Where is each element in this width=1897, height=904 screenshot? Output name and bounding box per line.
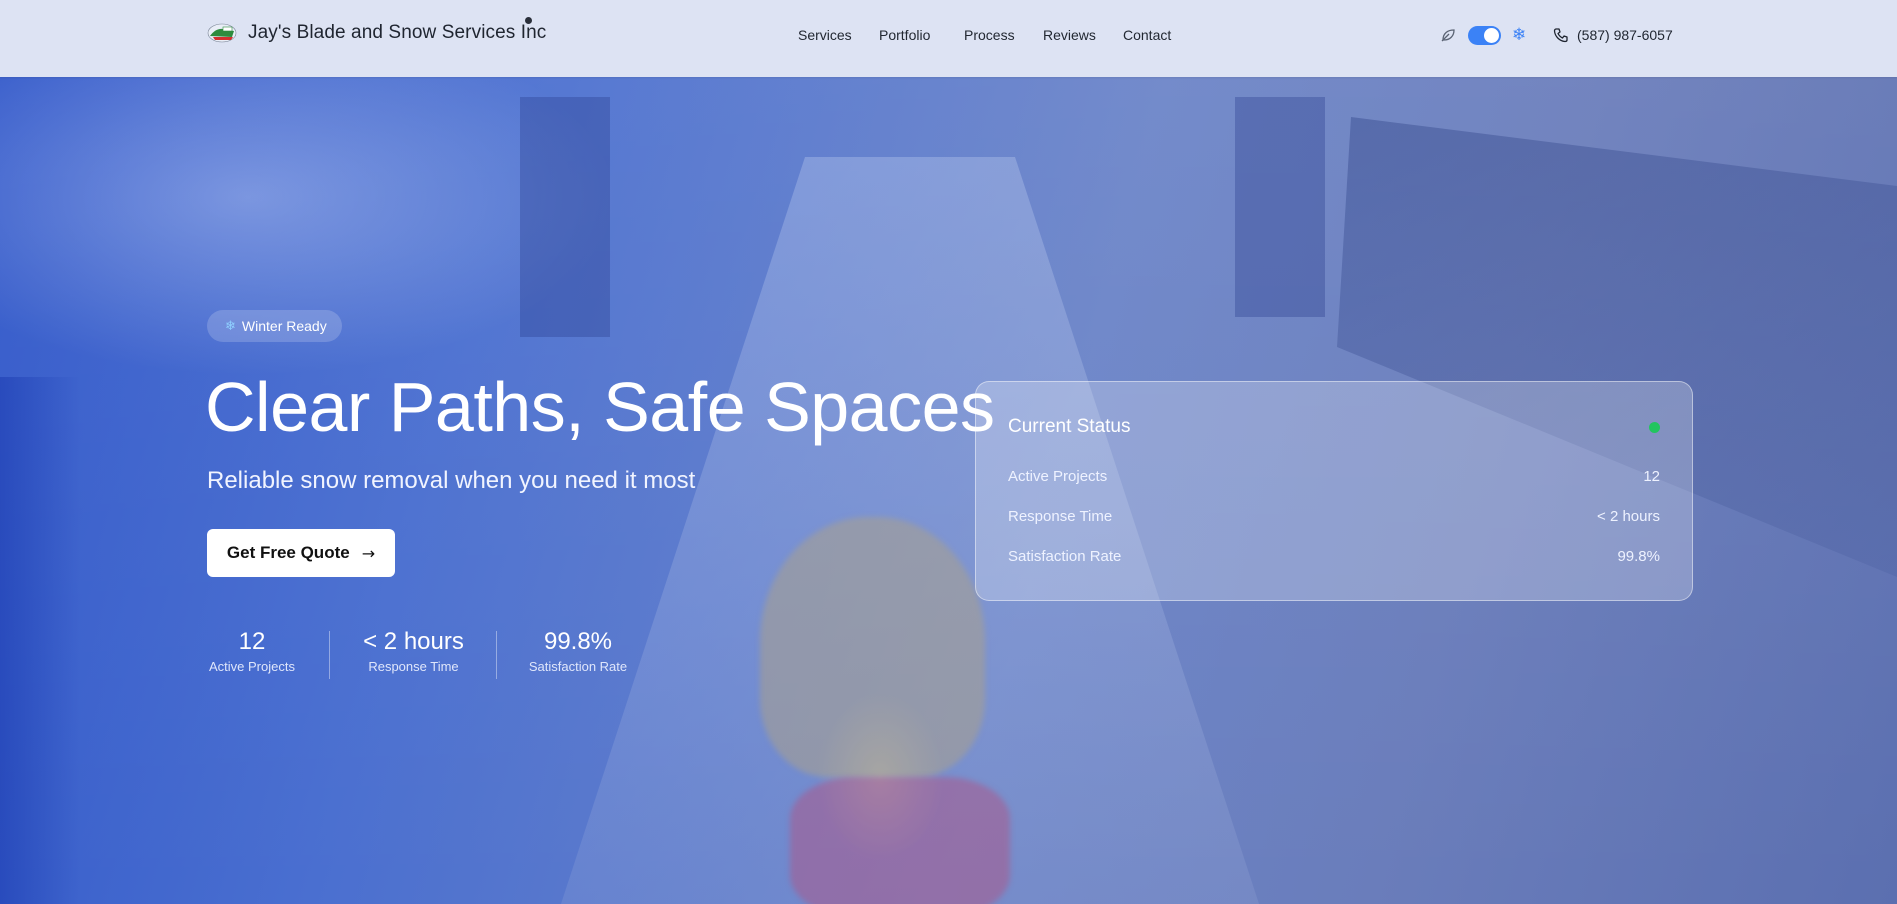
arrow-right-icon: → — [361, 543, 376, 563]
nav-process[interactable]: Process — [964, 27, 1015, 43]
brand-dot — [525, 17, 532, 24]
stat-active-projects: 12 Active Projects — [207, 628, 297, 674]
stat-value: 99.8% — [543, 628, 613, 655]
snowflake-icon: ❄ — [225, 318, 236, 334]
hero-section: ❄ Winter Ready Clear Paths, Safe Spaces … — [0, 77, 1897, 904]
get-free-quote-button[interactable]: Get Free Quote → — [207, 529, 395, 577]
hero-background-shade — [0, 377, 80, 904]
cta-label: Get Free Quote — [226, 543, 350, 562]
stat-value: < 2 hours — [363, 628, 464, 655]
status-row-value: < 2 hours — [1597, 508, 1660, 525]
hero-background-child — [760, 517, 985, 777]
stat-label: Active Projects — [209, 659, 295, 674]
status-row-value: 99.8% — [1617, 548, 1660, 565]
site-header: Jay's Blade and Snow Services Inc Servic… — [0, 0, 1897, 77]
hero-background-child-scarf — [790, 777, 1010, 904]
nav-services[interactable]: Services — [798, 27, 852, 43]
hero-background-pillar — [520, 97, 610, 337]
status-row-label: Satisfaction Rate — [1008, 548, 1122, 565]
toggle-knob — [1484, 28, 1499, 43]
stat-label: Response Time — [368, 659, 459, 674]
hero-subtitle: Reliable snow removal when you need it m… — [207, 467, 696, 494]
phone-icon — [1553, 28, 1568, 43]
current-status-card: Current Status Active Projects 12 Respon… — [975, 381, 1693, 601]
snowflake-icon: ❄ — [1512, 25, 1527, 45]
theme-toggle[interactable] — [1468, 26, 1501, 45]
phone-link[interactable]: (587) 987-6057 — [1577, 27, 1673, 43]
leaf-icon — [1441, 29, 1455, 42]
status-row-value: 12 — [1643, 468, 1660, 485]
status-row-label: Active Projects — [1008, 468, 1108, 485]
nav-reviews[interactable]: Reviews — [1043, 27, 1096, 43]
stat-divider — [329, 631, 330, 679]
status-row-satisfaction-rate: Satisfaction Rate 99.8% — [1008, 548, 1660, 568]
status-row-response-time: Response Time < 2 hours — [1008, 508, 1660, 528]
nav-contact[interactable]: Contact — [1123, 27, 1171, 43]
stat-value: 12 — [238, 628, 266, 655]
status-indicator — [1649, 422, 1660, 433]
badge-label: Winter Ready — [241, 318, 327, 334]
status-row-active-projects: Active Projects 12 — [1008, 468, 1660, 488]
stat-response-time: < 2 hours Response Time — [357, 628, 470, 674]
status-card-title: Current Status — [1008, 416, 1131, 437]
winter-ready-badge: ❄ Winter Ready — [207, 310, 342, 342]
nav-portfolio[interactable]: Portfolio — [879, 27, 930, 43]
status-row-label: Response Time — [1008, 508, 1113, 525]
stat-satisfaction-rate: 99.8% Satisfaction Rate — [525, 628, 631, 674]
stat-label: Satisfaction Rate — [528, 659, 628, 674]
stat-divider — [496, 631, 497, 679]
hero-background-pillar — [1235, 97, 1325, 317]
hero-title: Clear Paths, Safe Spaces — [205, 368, 995, 446]
